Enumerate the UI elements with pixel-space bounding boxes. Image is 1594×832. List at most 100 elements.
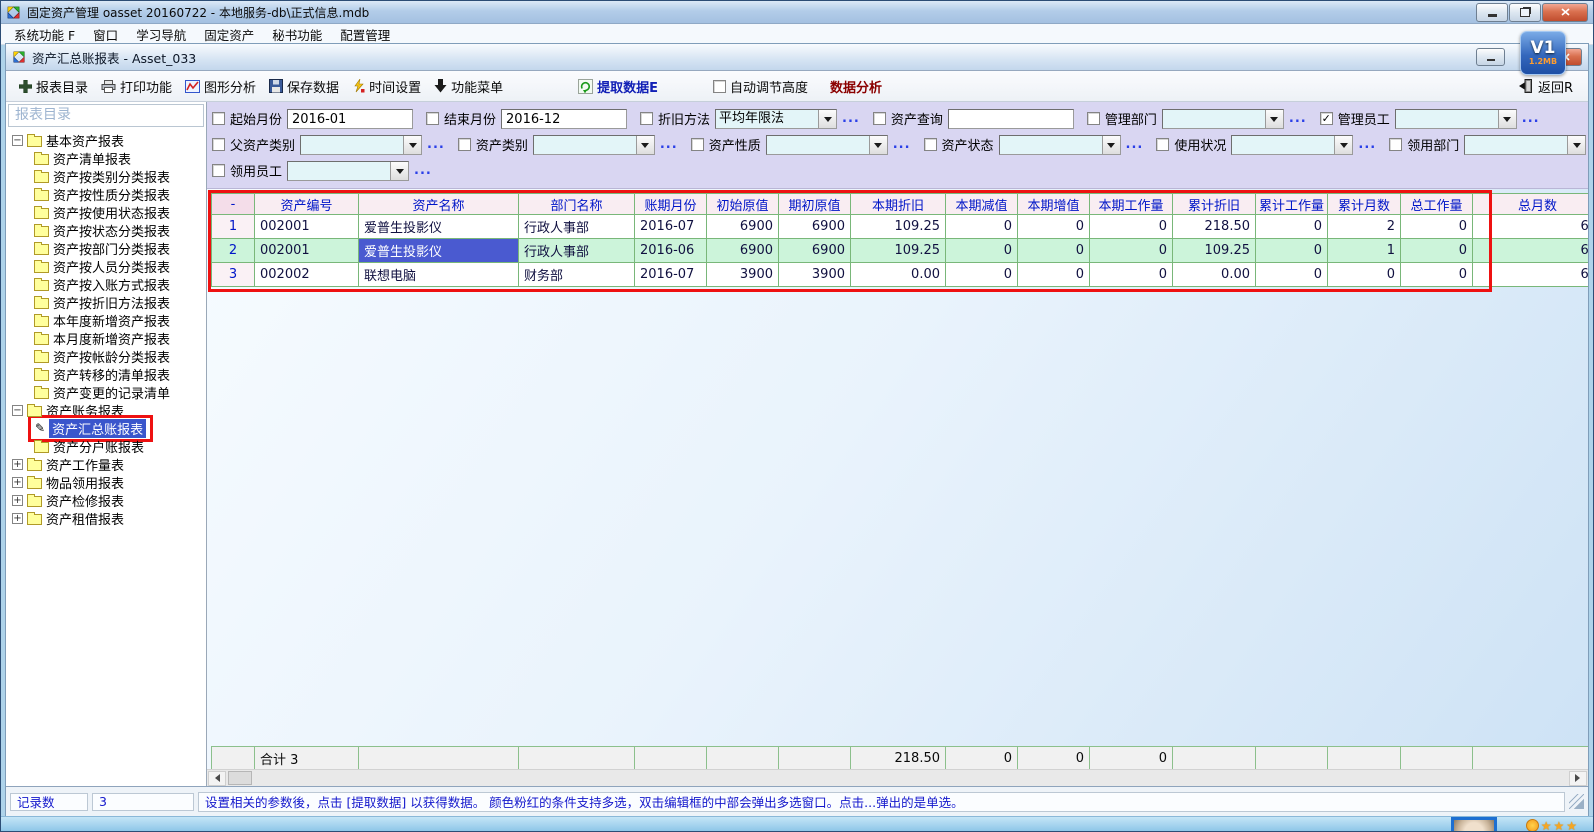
grid-cell[interactable]: 0.00 [1173,263,1256,287]
grid-cell[interactable]: 0 [1090,215,1173,239]
filter-dropdown[interactable] [1464,135,1586,155]
grid-cell[interactable]: 60 [1473,215,1588,239]
tray-avatar[interactable] [1451,817,1497,831]
grid-cell[interactable]: 3 [211,263,255,287]
grid-cell[interactable]: 60 [1473,263,1588,287]
grid-cell[interactable]: 0 [1401,239,1473,263]
grid-cell[interactable]: 60 [1473,239,1588,263]
tree-item[interactable]: 资产按使用状态报表 [6,203,206,221]
scrollbar-thumb[interactable] [228,771,252,785]
grid-cell[interactable]: 0 [946,263,1018,287]
grid-cell[interactable]: 0 [1401,215,1473,239]
dropdown-arrow-icon[interactable] [390,162,408,180]
tree-item[interactable]: 资产分户账报表 [6,437,206,455]
tree-item[interactable]: 资产清单报表 [6,149,206,167]
grid-cell[interactable]: 2016-06 [635,239,707,263]
tree-item[interactable]: +资产工作量表 [6,455,206,473]
expand-icon[interactable]: + [12,513,23,524]
grid-cell[interactable]: 0 [1090,263,1173,287]
grid-cell[interactable]: 0 [946,239,1018,263]
grid-cell[interactable]: 0 [1256,263,1328,287]
function-menu-button[interactable]: 功能菜单 [429,75,508,98]
grid-cell[interactable]: 2 [1328,215,1401,239]
tree-item[interactable]: 资产按状态分类报表 [6,221,206,239]
tree-item[interactable]: 资产按入账方式报表 [6,275,206,293]
grid-cell[interactable]: 2 [211,239,255,263]
expand-icon[interactable]: + [12,477,23,488]
filter-input[interactable] [948,109,1074,129]
filter-checkbox[interactable] [426,112,439,125]
filter-dropdown[interactable] [533,135,655,155]
auto-height-toggle[interactable]: 自动调节高度 [708,75,813,98]
filter-checkbox[interactable] [1156,138,1169,151]
more-options-button[interactable]: ... [1289,115,1307,123]
grid-cell[interactable]: 0 [1018,263,1090,287]
tree-item[interactable]: ✎资产汇总账报表 [6,419,206,437]
grid-cell[interactable]: 6900 [707,215,779,239]
more-options-button[interactable]: ... [660,141,678,149]
filter-dropdown[interactable] [1231,135,1353,155]
more-options-button[interactable]: ... [1126,141,1144,149]
tree-item[interactable]: 本年度新增资产报表 [6,311,206,329]
dropdown-arrow-icon[interactable] [1567,136,1585,154]
tree-item[interactable]: 资产按类别分类报表 [6,167,206,185]
grid-cell[interactable]: 爱普生投影仪 [359,215,519,239]
grid-cell[interactable]: 0 [1018,239,1090,263]
grid-cell[interactable]: 109.25 [851,215,946,239]
tree-item[interactable]: 资产按性质分类报表 [6,185,206,203]
dropdown-arrow-icon[interactable] [1334,136,1352,154]
dropdown-arrow-icon[interactable] [636,136,654,154]
tree-item[interactable]: +资产租借报表 [6,509,206,527]
grid-cell[interactable]: 002001 [255,215,359,239]
filter-checkbox[interactable] [1087,112,1100,125]
tree-item[interactable]: 资产按帐龄分类报表 [6,347,206,365]
expand-icon[interactable]: + [12,459,23,470]
print-button[interactable]: 打印功能 [96,75,177,98]
dropdown-arrow-icon[interactable] [1265,110,1283,128]
tree-item[interactable]: 资产转移的清单报表 [6,365,206,383]
filter-dropdown[interactable]: 平均年限法 [715,109,837,129]
close-button[interactable] [1542,3,1588,22]
grid-cell[interactable]: 1 [211,215,255,239]
overlay-badge[interactable]: V1 1.2MB [1520,31,1566,75]
resize-grip[interactable] [1569,794,1584,809]
dropdown-arrow-icon[interactable] [403,136,421,154]
tree-item[interactable]: 资产按折旧方法报表 [6,293,206,311]
grid-cell[interactable]: 0 [1090,239,1173,263]
time-settings-button[interactable]: 时间设置 [347,75,426,98]
tree-item[interactable]: 资产变更的记录清单 [6,383,206,401]
grid-cell[interactable]: 0 [1256,215,1328,239]
filter-dropdown[interactable] [766,135,888,155]
filter-checkbox[interactable] [873,112,886,125]
horizontal-scrollbar[interactable] [207,769,1588,786]
grid-cell[interactable]: 218.50 [1173,215,1256,239]
grid-cell[interactable]: 002001 [255,239,359,263]
filter-dropdown[interactable] [1162,109,1284,129]
minimize-button[interactable] [1476,3,1508,22]
save-data-button[interactable]: 保存数据 [264,75,344,98]
grid-cell[interactable]: 109.25 [851,239,946,263]
filter-checkbox[interactable] [1389,138,1402,151]
filter-checkbox[interactable] [691,138,704,151]
filter-checkbox[interactable] [212,164,225,177]
grid-cell[interactable]: 6900 [707,239,779,263]
scroll-right-button[interactable] [1569,771,1587,786]
dropdown-arrow-icon[interactable] [869,136,887,154]
chart-analysis-button[interactable]: 图形分析 [180,75,261,98]
expand-icon[interactable]: + [12,495,23,506]
tree-item[interactable]: 本月度新增资产报表 [6,329,206,347]
grid-cell[interactable]: 联想电脑 [359,263,519,287]
grid-cell[interactable]: 财务部 [519,263,635,287]
more-options-button[interactable]: ... [1522,115,1540,123]
grid-cell[interactable]: 002002 [255,263,359,287]
dropdown-arrow-icon[interactable] [1498,110,1516,128]
child-minimize-button[interactable] [1476,48,1505,66]
tree-item[interactable]: +资产检修报表 [6,491,206,509]
filter-dropdown[interactable] [999,135,1121,155]
tree-item[interactable]: 资产按人员分类报表 [6,257,206,275]
more-options-button[interactable]: ... [427,141,445,149]
grid-cell[interactable]: 0 [1018,215,1090,239]
grid-cell[interactable]: 行政人事部 [519,215,635,239]
filter-input[interactable]: 2016-12 [501,109,627,129]
tree-item[interactable]: −基本资产报表 [6,131,206,149]
